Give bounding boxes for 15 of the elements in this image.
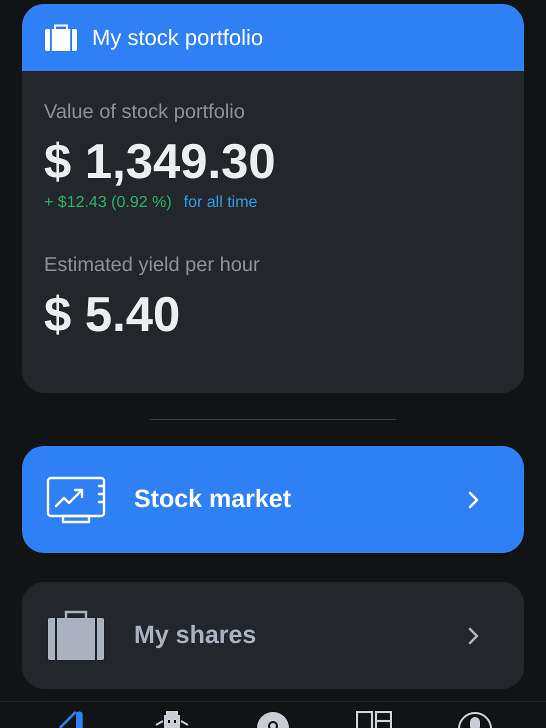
chevron-right-icon [468, 626, 480, 644]
portfolio-value: $ 1,349.30 [44, 134, 277, 190]
value-label: Value of stock portfolio [44, 101, 246, 124]
briefcase-icon [44, 24, 78, 52]
change-period: for all time [184, 194, 258, 212]
card-title: My stock portfolio [92, 24, 264, 50]
chevron-right-icon [468, 490, 480, 508]
yield-label: Estimated yield per hour [44, 254, 261, 277]
menu-item[interactable]: Stock market [22, 446, 524, 553]
menu-item[interactable]: My shares [22, 582, 524, 689]
value-change: + $12.43 (0.92 %) [44, 194, 172, 212]
chart-monitor-icon [46, 476, 106, 524]
chart-icon [58, 711, 83, 728]
briefcase-icon [46, 610, 106, 662]
yield-value: $ 5.40 [44, 287, 182, 343]
